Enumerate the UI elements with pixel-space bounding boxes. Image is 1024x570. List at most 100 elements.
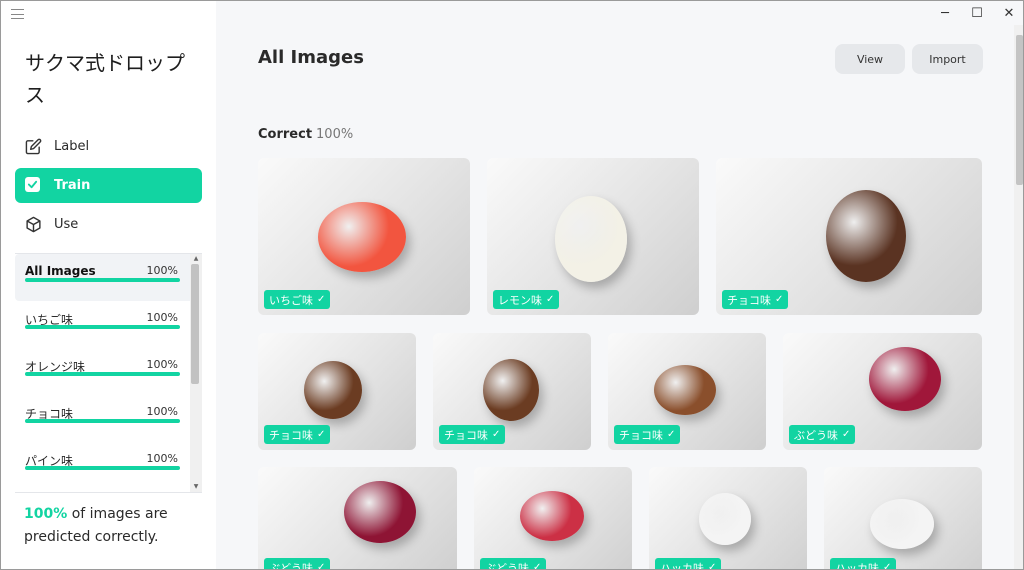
prediction-tag: チョコ味 ✓ — [264, 425, 331, 444]
cube-icon — [25, 216, 42, 233]
class-row[interactable]: いちご味 100% — [15, 301, 202, 348]
main-panel: ─ ☐ ✕ All Images View Import Correct 100%… — [216, 1, 1023, 570]
check-icon: ✓ — [533, 562, 542, 570]
accuracy-bar — [25, 372, 180, 376]
prediction-label: ぶどう味 — [269, 561, 313, 570]
image-thumbnail[interactable]: チョコ味 ✓ — [258, 333, 416, 450]
class-name: All Images — [25, 264, 96, 278]
candy-image — [654, 365, 716, 415]
class-accuracy: 100% — [146, 264, 178, 277]
checkbox-icon — [25, 177, 42, 194]
check-icon: ✓ — [317, 429, 326, 440]
candy-image — [870, 499, 934, 549]
nav-label: Train — [54, 178, 91, 193]
prediction-label: ハッカ味 — [835, 561, 879, 570]
class-row[interactable]: オレンジ味 100% — [15, 348, 202, 395]
prediction-tag: ぶどう味 ✓ — [264, 558, 331, 570]
image-thumbnail[interactable]: いちご味 ✓ — [258, 158, 470, 315]
class-accuracy: 100% — [146, 452, 178, 465]
prediction-tag: ぶどう味 ✓ — [480, 558, 547, 570]
candy-image — [699, 493, 751, 545]
prediction-tag: レモン味 ✓ — [493, 290, 560, 309]
check-icon: ✓ — [708, 562, 717, 570]
candy-image — [304, 361, 362, 419]
candy-image — [826, 190, 906, 282]
class-accuracy: 100% — [146, 405, 178, 418]
candy-image — [555, 196, 627, 282]
check-icon: ✓ — [492, 429, 501, 440]
candy-image — [520, 491, 584, 541]
minimize-icon[interactable]: ─ — [929, 1, 961, 25]
prediction-label: チョコ味 — [619, 428, 663, 442]
class-row[interactable]: パイン味 100% — [15, 442, 202, 489]
accuracy-bar — [25, 419, 180, 423]
class-list-scroll-thumb[interactable] — [191, 264, 199, 384]
app-window: サクマ式ドロップス Label Train Use All Images 100… — [0, 0, 1024, 570]
prediction-label: いちご味 — [269, 293, 313, 307]
check-icon: ✓ — [883, 562, 892, 570]
maximize-icon[interactable]: ☐ — [961, 1, 993, 25]
image-thumbnail[interactable]: ぶどう味 ✓ — [783, 333, 982, 450]
accuracy-bar — [25, 466, 180, 470]
candy-image — [318, 202, 406, 272]
class-row-all-images[interactable]: All Images 100% — [15, 254, 202, 301]
candy-image — [483, 359, 539, 421]
prediction-label: ぶどう味 — [794, 428, 838, 442]
nav-item-use[interactable]: Use — [15, 207, 202, 242]
sidebar: サクマ式ドロップス Label Train Use All Images 100… — [1, 1, 216, 569]
nav-item-label[interactable]: Label — [15, 129, 202, 164]
prediction-label: チョコ味 — [444, 428, 488, 442]
accuracy-summary: 100% of images are predicted correctly. — [24, 503, 204, 549]
check-icon: ✓ — [667, 429, 676, 440]
scroll-up-icon[interactable]: ▲ — [191, 255, 201, 263]
hamburger-menu-icon[interactable] — [11, 9, 24, 19]
prediction-label: チョコ味 — [269, 428, 313, 442]
image-thumbnail[interactable]: チョコ味 ✓ — [433, 333, 591, 450]
prediction-tag: ハッカ味 ✓ — [655, 558, 722, 570]
candy-image — [344, 481, 416, 543]
class-accuracy: 100% — [146, 311, 178, 324]
prediction-label: ぶどう味 — [485, 561, 529, 570]
check-icon: ✓ — [842, 429, 851, 440]
prediction-tag: チョコ味 ✓ — [722, 290, 789, 309]
prediction-tag: チョコ味 ✓ — [439, 425, 506, 444]
page-title: All Images — [258, 47, 364, 68]
nav-item-train[interactable]: Train — [15, 168, 202, 203]
window-controls: ─ ☐ ✕ — [929, 1, 1023, 27]
section-pct: 100% — [316, 127, 354, 142]
image-thumbnail[interactable]: レモン味 ✓ — [487, 158, 699, 315]
prediction-label: ハッカ味 — [660, 561, 704, 570]
check-icon: ✓ — [317, 294, 326, 305]
close-icon[interactable]: ✕ — [993, 1, 1023, 25]
prediction-tag: いちご味 ✓ — [264, 290, 331, 309]
view-button[interactable]: View — [835, 44, 905, 74]
nav-label: Use — [54, 217, 79, 232]
edit-icon — [25, 138, 42, 155]
image-thumbnail[interactable]: ぶどう味 ✓ — [258, 467, 457, 570]
accuracy-bar — [25, 325, 180, 329]
nav-label: Label — [54, 139, 90, 154]
check-icon: ✓ — [546, 294, 555, 305]
check-icon: ✓ — [317, 562, 326, 570]
class-row[interactable]: チョコ味 100% — [15, 395, 202, 442]
image-thumbnail[interactable]: ハッカ味 ✓ — [649, 467, 807, 570]
section-label: Correct 100% — [258, 127, 353, 142]
prediction-tag: ハッカ味 ✓ — [830, 558, 897, 570]
image-thumbnail[interactable]: ハッカ味 ✓ — [824, 467, 982, 570]
prediction-tag: チョコ味 ✓ — [614, 425, 681, 444]
check-icon: ✓ — [775, 294, 784, 305]
prediction-label: レモン味 — [498, 293, 542, 307]
summary-accent: 100% — [24, 506, 68, 522]
class-list: All Images 100% いちご味 100% オレンジ味 100% チョコ… — [15, 253, 202, 493]
class-accuracy: 100% — [146, 358, 178, 371]
import-button[interactable]: Import — [912, 44, 983, 74]
image-thumbnail[interactable]: チョコ味 ✓ — [716, 158, 982, 315]
prediction-tag: ぶどう味 ✓ — [789, 425, 856, 444]
candy-image — [869, 347, 941, 411]
main-scroll-thumb[interactable] — [1016, 35, 1023, 185]
accuracy-bar — [25, 278, 180, 282]
scroll-down-icon[interactable]: ▼ — [191, 483, 201, 491]
image-thumbnail[interactable]: チョコ味 ✓ — [608, 333, 766, 450]
prediction-label: チョコ味 — [727, 293, 771, 307]
image-thumbnail[interactable]: ぶどう味 ✓ — [474, 467, 632, 570]
